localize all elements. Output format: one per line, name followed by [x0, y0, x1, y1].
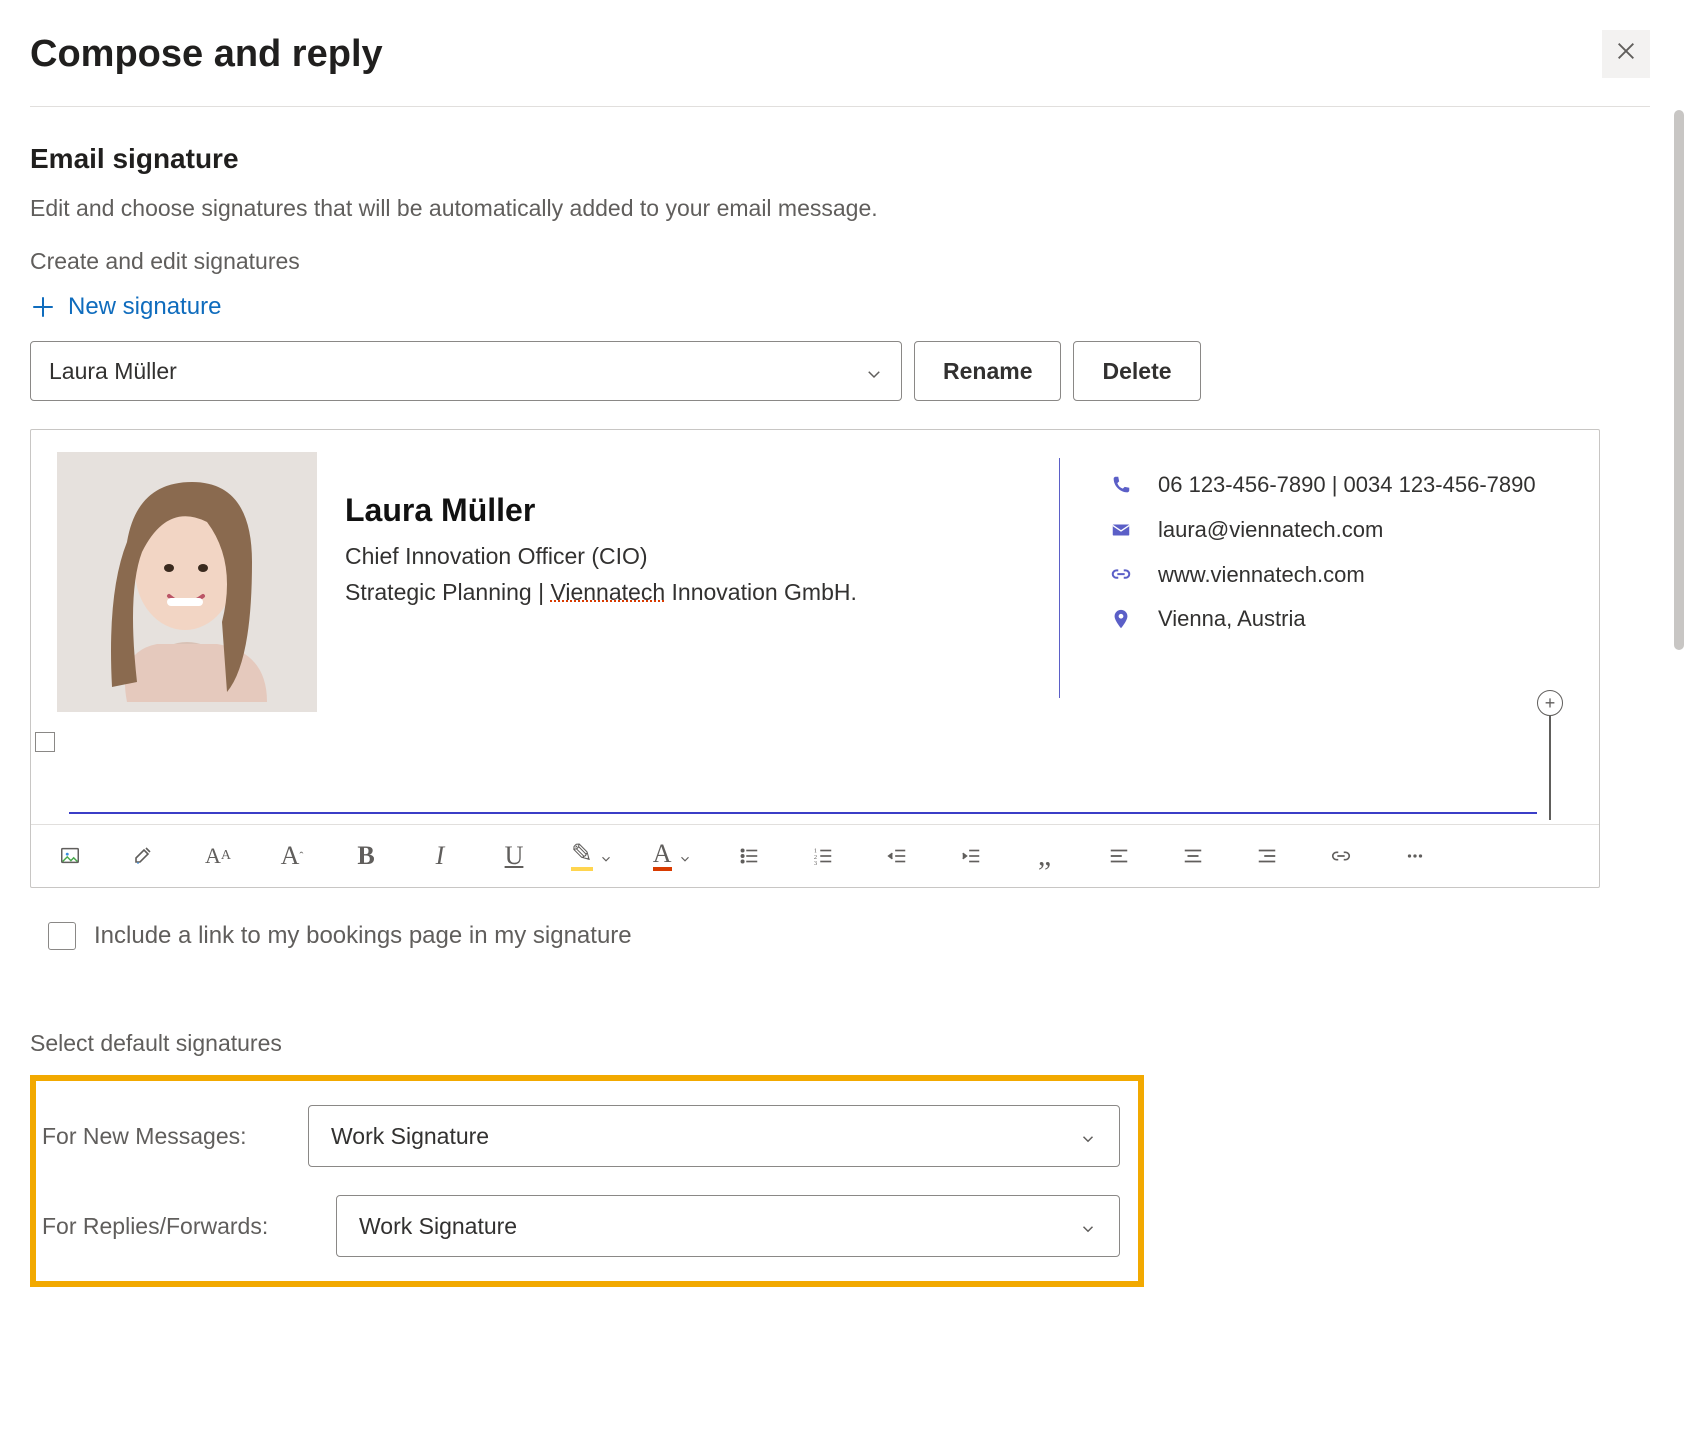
chevron-icon: ˆ: [299, 849, 303, 864]
signature-photo: [57, 452, 317, 712]
section-description: Edit and choose signatures that will be …: [30, 195, 1650, 222]
chevron-down-icon: [678, 849, 692, 863]
replies-forwards-select[interactable]: Work Signature: [336, 1195, 1120, 1257]
new-messages-value: Work Signature: [331, 1123, 489, 1150]
signature-editor[interactable]: Laura Müller Chief Innovation Officer (C…: [30, 429, 1600, 888]
editor-caret-line: [69, 812, 1537, 814]
signature-select[interactable]: Laura Müller: [30, 341, 902, 401]
plus-icon: [30, 294, 56, 320]
new-messages-label: For New Messages:: [42, 1123, 292, 1150]
bold-button[interactable]: B: [349, 841, 383, 871]
location-icon: [1108, 606, 1134, 632]
new-signature-label: New signature: [68, 293, 221, 321]
signature-website: www.viennatech.com: [1158, 560, 1365, 591]
chevron-down-icon: [1079, 1217, 1097, 1235]
new-signature-button[interactable]: New signature: [30, 293, 1650, 321]
rename-button[interactable]: Rename: [914, 341, 1061, 401]
editor-toolbar: AA Aˆ B I U ✎ A 123: [31, 824, 1599, 887]
bullet-list-button[interactable]: [732, 841, 766, 871]
close-icon: [1615, 40, 1637, 68]
bookings-checkbox[interactable]: [48, 922, 76, 950]
align-center-button[interactable]: [1176, 841, 1210, 871]
highlight-button[interactable]: ✎: [571, 841, 613, 871]
delete-button[interactable]: Delete: [1073, 341, 1200, 401]
indent-button[interactable]: [954, 841, 988, 871]
font-size-increase-button[interactable]: Aˆ: [275, 841, 309, 871]
defaults-section-label: Select default signatures: [30, 1030, 1650, 1057]
outdent-button[interactable]: [880, 841, 914, 871]
signature-department: Strategic Planning | Viennatech Innovati…: [345, 575, 985, 611]
align-right-button[interactable]: [1250, 841, 1284, 871]
italic-button[interactable]: I: [423, 841, 457, 871]
numbered-list-button[interactable]: 123: [806, 841, 840, 871]
underline-button[interactable]: U: [497, 841, 531, 871]
phone-icon: [1108, 472, 1134, 498]
insert-handle-line: [1549, 716, 1551, 820]
close-button[interactable]: [1602, 30, 1650, 78]
selection-handle[interactable]: [35, 732, 55, 752]
signature-phone: 06 123-456-7890 | 0034 123-456-7890: [1158, 470, 1536, 501]
replies-forwards-label: For Replies/Forwards:: [42, 1213, 320, 1240]
defaults-highlight-box: For New Messages: Work Signature For Rep…: [30, 1075, 1144, 1287]
signature-job-title: Chief Innovation Officer (CIO): [345, 539, 985, 575]
chevron-down-icon: [865, 362, 883, 380]
svg-text:3: 3: [813, 860, 816, 867]
quote-button[interactable]: „: [1028, 841, 1062, 871]
bookings-label: Include a link to my bookings page in my…: [94, 922, 632, 950]
chevron-down-icon: [1079, 1127, 1097, 1145]
create-edit-label: Create and edit signatures: [30, 248, 1650, 275]
link-icon: [1108, 562, 1134, 588]
insert-handle[interactable]: +: [1537, 690, 1563, 716]
insert-image-button[interactable]: [53, 841, 87, 871]
new-messages-select[interactable]: Work Signature: [308, 1105, 1120, 1167]
signature-select-value: Laura Müller: [49, 358, 177, 385]
mail-icon: [1108, 517, 1134, 543]
align-left-button[interactable]: [1102, 841, 1136, 871]
replies-forwards-value: Work Signature: [359, 1213, 517, 1240]
section-title: Email signature: [30, 143, 1650, 175]
scrollbar-thumb[interactable]: [1674, 110, 1684, 650]
more-options-button[interactable]: [1398, 841, 1432, 871]
insert-link-button[interactable]: [1324, 841, 1358, 871]
signature-divider: [1059, 458, 1060, 698]
page-title: Compose and reply: [30, 33, 383, 76]
format-painter-button[interactable]: [127, 841, 161, 871]
signature-name: Laura Müller: [345, 492, 985, 529]
chevron-down-icon: [599, 849, 613, 863]
font-color-button[interactable]: A: [653, 841, 692, 871]
signature-email: laura@viennatech.com: [1158, 515, 1383, 546]
font-size-decrease-button[interactable]: AA: [201, 841, 235, 871]
signature-location: Vienna, Austria: [1158, 604, 1306, 635]
